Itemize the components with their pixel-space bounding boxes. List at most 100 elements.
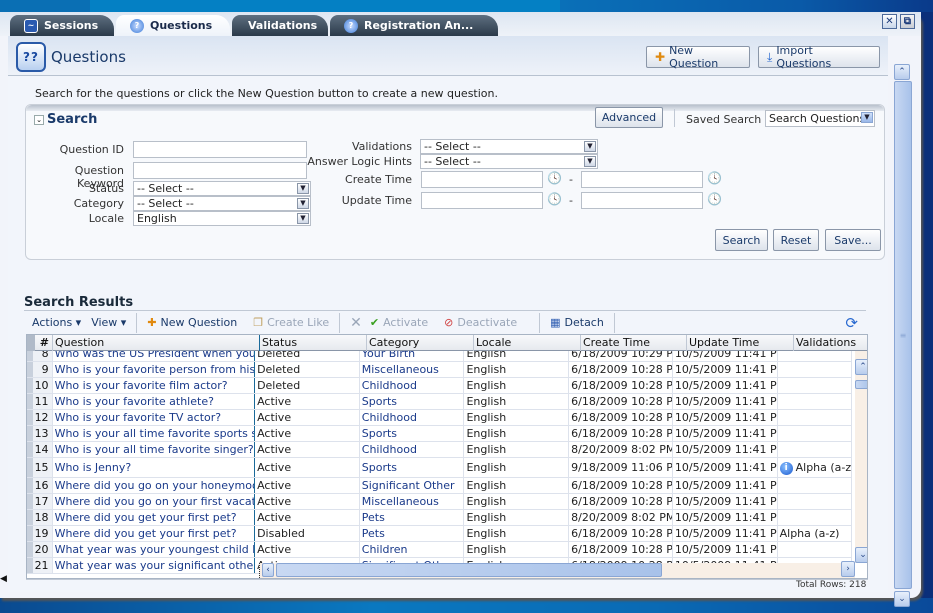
cell-question[interactable]: Who is Jenny? <box>53 458 256 477</box>
cell-question[interactable]: What year was your youngest child born? <box>53 542 256 557</box>
scroll-thumb[interactable] <box>855 380 867 389</box>
divider <box>674 109 675 127</box>
delete-button[interactable]: ✕ <box>342 315 370 331</box>
column-header-number[interactable]: # <box>27 335 53 351</box>
cell-question[interactable]: Who is your favorite film actor? <box>53 378 256 393</box>
table-row[interactable]: 20 What year was your youngest child born… <box>27 542 852 558</box>
cell-category[interactable]: Sports <box>360 458 465 477</box>
cell-category[interactable]: Childhood <box>360 378 465 393</box>
tab-registration[interactable]: ? Registration An... <box>330 15 498 36</box>
create-like-button[interactable]: ❐ Create Like <box>245 316 337 329</box>
cell-question[interactable]: Where did you go on your honeymoon? <box>53 478 256 493</box>
calendar-icon[interactable]: 🕓 <box>707 192 722 206</box>
cell-category[interactable]: Miscellaneous <box>360 494 465 509</box>
column-header-status[interactable]: Status <box>260 335 367 351</box>
question-keyword-input[interactable] <box>133 162 307 179</box>
table-row[interactable]: 15 Who is Jenny? Active Sports English 9/18/2… <box>27 458 852 478</box>
column-header-update-time[interactable]: Update Time <box>687 335 794 351</box>
table-row[interactable]: 14 Who is your all time favorite singer? A… <box>27 442 852 458</box>
detach-window-button[interactable]: ⧉ <box>900 14 915 29</box>
cell-question[interactable]: Where did you go on your first vacation? <box>53 494 256 509</box>
cell-question[interactable]: Who is your favorite TV actor? <box>53 410 256 425</box>
page-scroll-thumb[interactable]: ≡ <box>894 81 912 589</box>
reset-button[interactable]: Reset <box>773 229 819 251</box>
table-row[interactable]: 11 Who is your favorite athlete? Active Spo… <box>27 394 852 410</box>
new-question-button[interactable]: ✚ New Question <box>646 44 750 70</box>
scroll-left-icon[interactable]: ‹ <box>262 563 274 577</box>
tab-questions[interactable]: ? Questions <box>116 15 230 36</box>
column-header-question[interactable]: Question <box>53 335 260 351</box>
tab-validations[interactable]: Validations <box>232 15 328 36</box>
table-row[interactable]: 19 Where did you get your first pet? Disab… <box>27 526 852 542</box>
table-row[interactable]: 10 Who is your favorite film actor? Delete… <box>27 378 852 394</box>
cell-category[interactable]: Pets <box>360 526 465 541</box>
cell-question[interactable]: Who is your all time favorite singer? <box>53 442 256 457</box>
search-button[interactable]: Search <box>715 229 768 251</box>
column-header-create-time[interactable]: Create Time <box>581 335 687 351</box>
saved-search-select[interactable]: Search Questions ▼ <box>765 110 875 127</box>
detach-button[interactable]: ▦ Detach <box>542 316 612 329</box>
actions-menu[interactable]: Actions ▾ <box>24 316 89 329</box>
scroll-down-icon[interactable]: ⌄ <box>855 547 867 563</box>
table-row[interactable]: 9 Who is your favorite person from histor… <box>27 362 852 378</box>
cell-category[interactable]: Sports <box>360 426 465 441</box>
table-horizontal-scrollbar[interactable]: ‹ › <box>259 561 855 578</box>
create-time-to-input[interactable] <box>581 171 703 188</box>
validations-select[interactable]: -- Select -- ▼ <box>420 139 598 154</box>
scroll-up-icon[interactable]: ⌃ <box>894 64 910 80</box>
cell-category[interactable]: Childhood <box>360 410 465 425</box>
splitter-handle-icon[interactable]: ◀ <box>0 574 7 592</box>
table-row[interactable]: 17 Where did you go on your first vacatio… <box>27 494 852 510</box>
status-select[interactable]: -- Select -- ▼ <box>133 181 311 196</box>
calendar-icon[interactable]: 🕓 <box>547 192 562 206</box>
update-time-from-input[interactable] <box>421 192 543 209</box>
save-search-button[interactable]: Save... <box>825 229 881 251</box>
cell-category[interactable]: Significant Other <box>360 478 465 493</box>
scroll-down-icon[interactable]: ⌄ <box>894 591 910 607</box>
view-menu[interactable]: View ▾ <box>89 316 134 329</box>
toolbar-new-question-button[interactable]: ✚ New Question <box>139 316 245 329</box>
cell-category[interactable]: Childhood <box>360 442 465 457</box>
cell-question[interactable]: Who is your all time favorite sports sta… <box>53 426 256 441</box>
table-row[interactable]: 18 Where did you get your first pet? Activ… <box>27 510 852 526</box>
cell-question[interactable]: Who is your favorite athlete? <box>53 394 256 409</box>
activate-button[interactable]: ✔ Activate <box>370 316 436 329</box>
refresh-button[interactable]: ⟳ <box>837 314 866 332</box>
scroll-right-icon[interactable]: › <box>841 561 855 577</box>
column-header-category[interactable]: Category <box>367 335 474 351</box>
create-time-from-input[interactable] <box>421 171 543 188</box>
calendar-icon[interactable]: 🕓 <box>547 171 562 185</box>
cell-question[interactable]: What year was your significant other bor… <box>53 558 256 573</box>
cell-question[interactable]: Where did you get your first pet? <box>53 526 256 541</box>
close-tab-button[interactable]: ✕ <box>882 14 897 29</box>
update-time-to-input[interactable] <box>581 192 703 209</box>
table-row[interactable]: 16 Where did you go on your honeymoon? Act… <box>27 478 852 494</box>
cell-question[interactable]: Who is your favorite person from history… <box>53 362 256 377</box>
tab-sessions[interactable]: ~ Sessions <box>10 15 114 36</box>
cell-category[interactable]: Sports <box>360 394 465 409</box>
column-header-validations[interactable]: Validations <box>794 335 867 351</box>
scroll-up-icon[interactable]: ⌃ <box>855 359 867 375</box>
table-row[interactable]: 13 Who is your all time favorite sports s… <box>27 426 852 442</box>
locale-select[interactable]: English ▼ <box>133 211 311 226</box>
collapse-icon[interactable]: ⌄ <box>34 114 44 125</box>
page-vertical-scrollbar[interactable]: ⌃ ≡ ⌄ <box>894 64 912 610</box>
deactivate-button[interactable]: ⊘ Deactivate <box>436 316 525 329</box>
import-questions-button[interactable]: ⤓ Import Questions <box>758 44 880 70</box>
cell-category[interactable]: Pets <box>360 510 465 525</box>
category-select[interactable]: -- Select -- ▼ <box>133 196 311 211</box>
calendar-icon[interactable]: 🕓 <box>707 171 722 185</box>
info-icon[interactable]: i <box>779 461 793 475</box>
cell-question[interactable]: Where did you get your first pet? <box>53 510 256 525</box>
cell-validations <box>778 410 852 425</box>
answer-logic-hints-select[interactable]: -- Select -- ▼ <box>420 154 598 169</box>
question-id-input[interactable] <box>133 141 307 158</box>
horizontal-scroll-thumb[interactable] <box>276 563 662 577</box>
advanced-button[interactable]: Advanced <box>595 107 663 128</box>
search-panel-header[interactable]: ⌄ Search <box>34 112 97 127</box>
table-vertical-scrollbar[interactable]: ⌃ ⌄ <box>855 351 867 563</box>
column-header-locale[interactable]: Locale <box>474 335 581 351</box>
cell-category[interactable]: Children <box>360 542 465 557</box>
cell-category[interactable]: Miscellaneous <box>360 362 465 377</box>
table-row[interactable]: 12 Who is your favorite TV actor? Active Ch… <box>27 410 852 426</box>
